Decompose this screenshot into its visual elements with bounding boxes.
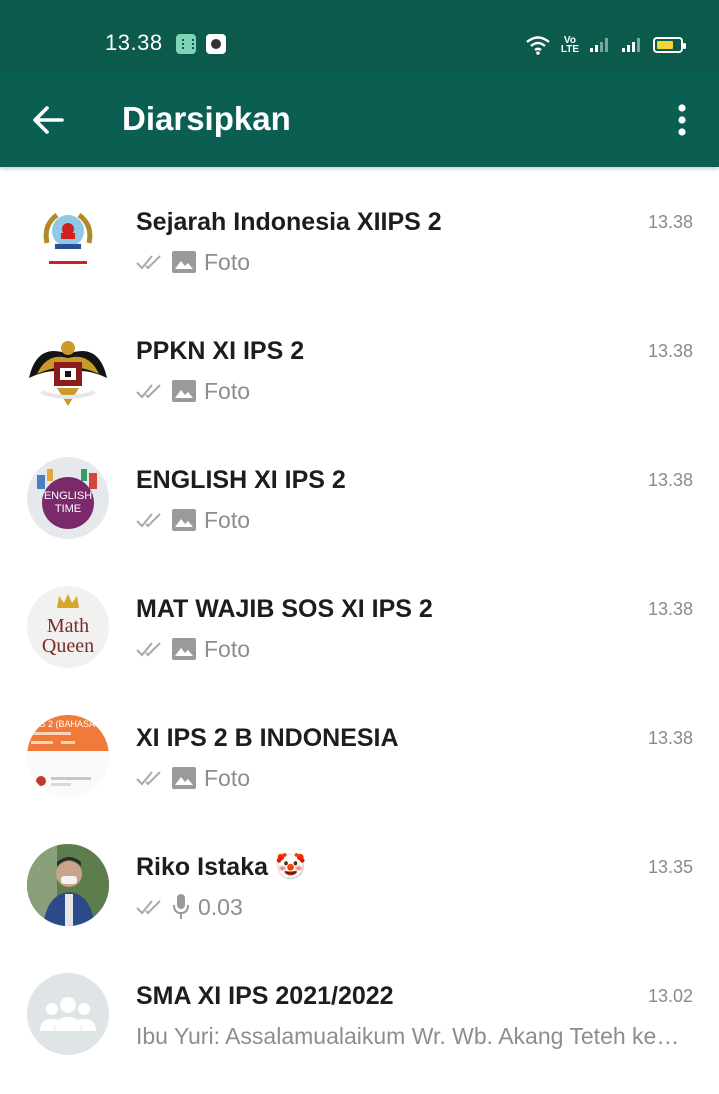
signal-sim2-icon: [622, 38, 640, 52]
person-photo-icon: [27, 844, 109, 926]
contact-avatar-riko: [27, 844, 109, 926]
chat-name: Sejarah Indonesia XIIPS 2: [136, 208, 442, 236]
chat-preview: Foto: [136, 763, 250, 793]
status-indicators: Vo LTE: [525, 34, 686, 56]
double-check-icon: [136, 900, 161, 915]
page-title: Diarsipkan: [122, 100, 291, 137]
chat-preview-text: Foto: [204, 635, 251, 662]
chat-row[interactable]: Math Queen MAT WAJIB SOS XI IPS 2 13.38 …: [0, 559, 719, 688]
double-check-icon: [136, 513, 161, 528]
double-check-icon: [136, 642, 161, 657]
chat-preview-text: Foto: [204, 248, 251, 275]
chat-preview-text: Ibu Yuri: Assalamualaikum Wr. Wb. Akang …: [136, 1022, 680, 1049]
chat-name: SMA XI IPS 2021/2022: [136, 982, 394, 1010]
group-avatar-math: Math Queen: [27, 586, 109, 668]
math-logo-line2: Queen: [42, 635, 94, 657]
double-check-icon: [136, 384, 161, 399]
chat-row[interactable]: Sejarah Indonesia XIIPS 2 13.38 Foto: [0, 172, 719, 301]
chat-name: MAT WAJIB SOS XI IPS 2: [136, 595, 433, 623]
app-bar: Diarsipkan: [0, 72, 719, 167]
chat-name: ENGLISH XI IPS 2: [136, 466, 346, 494]
orange-screenshot-thumbnail: IPS 2 (BAHASA: [27, 715, 109, 797]
english-logo-line1: ENGLISH: [44, 490, 92, 502]
battery-icon: [653, 37, 686, 53]
chat-name: Riko Istaka 🤡: [136, 853, 307, 881]
chat-time: 13.38: [647, 470, 693, 490]
signal-sim1-icon: [590, 38, 608, 52]
more-options-icon[interactable]: [667, 98, 697, 142]
chat-preview-text: Foto: [204, 377, 251, 404]
english-logo-line2: TIME: [55, 503, 81, 515]
chat-row[interactable]: Riko Istaka 🤡 13.35 0.03: [0, 817, 719, 946]
double-check-icon: [136, 255, 161, 270]
chat-preview: Foto: [136, 505, 250, 535]
chat-time: 13.02: [647, 986, 693, 1006]
chat-preview: Foto: [136, 634, 250, 664]
chat-preview: 0.03: [136, 892, 243, 922]
back-arrow-icon[interactable]: [28, 98, 68, 142]
group-avatar-ppkn: [27, 328, 109, 410]
chat-row[interactable]: PPKN XI IPS 2 13.38 Foto: [0, 301, 719, 430]
volte-indicator: Vo LTE: [560, 36, 579, 55]
chat-time: 13.38: [647, 728, 693, 748]
image-icon: [172, 509, 196, 531]
default-group-icon: [40, 997, 96, 1031]
chat-row[interactable]: ENGLISH TIME ENGLISH XI IPS 2 13.38 Foto: [0, 430, 719, 559]
chat-preview-text: 0.03: [198, 893, 243, 920]
group-avatar-english: ENGLISH TIME: [27, 457, 109, 539]
english-time-logo: ENGLISH TIME: [37, 469, 97, 529]
chat-preview: Ibu Yuri: Assalamualaikum Wr. Wb. Akang …: [136, 1021, 679, 1051]
chat-time: 13.38: [647, 599, 693, 619]
chat-preview: Foto: [136, 376, 250, 406]
microphone-icon: [173, 894, 189, 919]
volte-bottom-label: LTE: [560, 44, 579, 55]
group-avatar-default: [27, 973, 109, 1055]
status-bar: 13.38 Vo LTE: [0, 0, 719, 72]
chat-time: 13.38: [647, 341, 693, 361]
archived-chat-list: Sejarah Indonesia XIIPS 2 13.38 Foto PPK…: [0, 172, 719, 1075]
image-icon: [172, 767, 196, 789]
camera-notification-icon: [206, 34, 226, 54]
chat-row[interactable]: SMA XI IPS 2021/2022 13.02 Ibu Yuri: Ass…: [0, 946, 719, 1075]
chat-time: 13.35: [647, 857, 693, 877]
image-icon: [172, 251, 196, 273]
math-queen-logo: Math Queen: [42, 594, 94, 657]
calculator-notification-icon: [176, 34, 196, 54]
sejarah-logo-icon: [43, 212, 93, 264]
wifi-icon: [526, 36, 550, 55]
chat-name: PPKN XI IPS 2: [136, 337, 305, 365]
chat-name: XI IPS 2 B INDONESIA: [136, 724, 399, 752]
group-avatar-sejarah: [27, 199, 109, 281]
chat-row[interactable]: IPS 2 (BAHASA XI IPS 2 B INDONESIA 13.38…: [0, 688, 719, 817]
double-check-icon: [136, 771, 161, 786]
chat-preview-text: Foto: [204, 506, 251, 533]
math-logo-line1: Math: [47, 615, 89, 637]
garuda-emblem-icon: [27, 328, 109, 410]
chat-preview: Foto: [136, 247, 250, 277]
group-avatar-b-indonesia: IPS 2 (BAHASA: [27, 715, 109, 797]
chat-time: 13.38: [647, 212, 693, 232]
status-time: 13.38: [105, 30, 163, 55]
image-icon: [172, 638, 196, 660]
orange-thumb-header: IPS 2 (BAHASA: [31, 719, 95, 729]
chat-preview-text: Foto: [204, 764, 251, 791]
image-icon: [172, 380, 196, 402]
